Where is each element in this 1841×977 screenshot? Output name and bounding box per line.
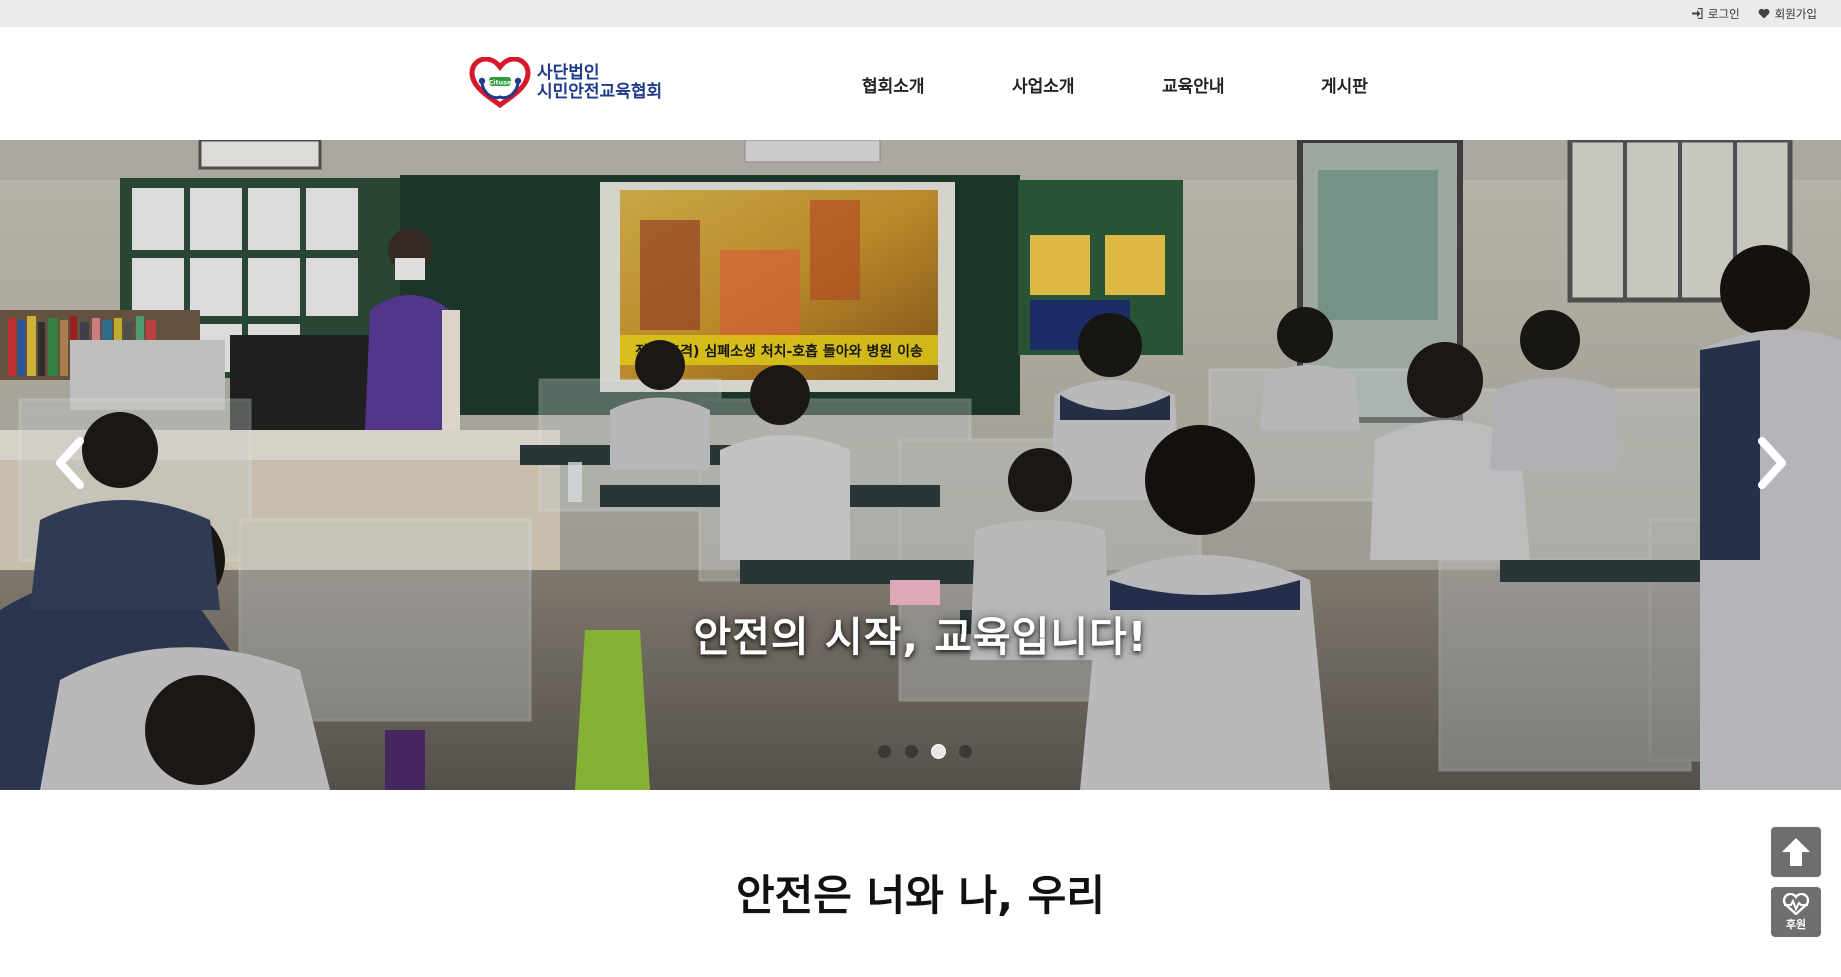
heart-icon	[1758, 8, 1770, 19]
classroom-photo: 전기(충격) 심폐소생 처치-호흡 돌아와 병원 이송	[0, 140, 1841, 790]
heartbeat-icon	[1782, 892, 1810, 915]
nav-item-board[interactable]: 게시판	[1321, 72, 1368, 97]
arrow-up-icon	[1782, 838, 1810, 866]
chevron-right-icon	[1758, 437, 1786, 489]
login-label: 로그인	[1707, 6, 1740, 21]
login-link[interactable]: 로그인	[1691, 6, 1740, 22]
nav-item-business[interactable]: 사업소개	[1012, 72, 1075, 97]
heart-logo-icon: Cituse	[469, 57, 531, 109]
logo-text: 사단법인 시민안전교육협회	[537, 64, 662, 102]
slide-dot-4[interactable]	[958, 744, 973, 759]
signup-link[interactable]: 회원가입	[1758, 6, 1817, 22]
signup-label: 회원가입	[1774, 6, 1817, 21]
chevron-left-icon	[56, 437, 84, 489]
logo-line2: 시민안전교육협회	[537, 82, 663, 102]
utility-links: 로그인 회원가입	[1691, 0, 1817, 27]
next-slide-button[interactable]	[1752, 435, 1792, 495]
top-utility-bar: 로그인 회원가입	[0, 0, 1841, 27]
logo-badge-text: Cituse	[488, 78, 512, 86]
site-logo[interactable]: Cituse 사단법인 시민안전교육협회	[469, 57, 662, 109]
logo-line1: 사단법인	[537, 63, 600, 83]
slide-dot-2[interactable]	[904, 744, 919, 759]
site-header: Cituse 사단법인 시민안전교육협회 협회소개 사업소개 교육안내 게시판	[0, 27, 1841, 140]
slide-dot-1[interactable]	[877, 744, 892, 759]
slide-indicators	[877, 744, 973, 759]
nav-item-about[interactable]: 협회소개	[862, 72, 925, 97]
donate-button[interactable]: 후원	[1771, 887, 1821, 937]
sign-in-icon	[1691, 8, 1703, 19]
scroll-top-button[interactable]	[1771, 827, 1821, 877]
hero-slider: 전기(충격) 심폐소생 처치-호흡 돌아와 병원 이송 안전의 시작, 교육입니…	[0, 140, 1841, 790]
slide-dot-3-active[interactable]	[931, 744, 946, 759]
section-headline: 안전은 너와 나, 우리	[736, 871, 1105, 920]
nav-item-education[interactable]: 교육안내	[1162, 72, 1225, 97]
hero-caption: 안전의 시작, 교육입니다!	[693, 613, 1148, 661]
donate-label: 후원	[1785, 917, 1807, 931]
prev-slide-button[interactable]	[50, 435, 90, 495]
